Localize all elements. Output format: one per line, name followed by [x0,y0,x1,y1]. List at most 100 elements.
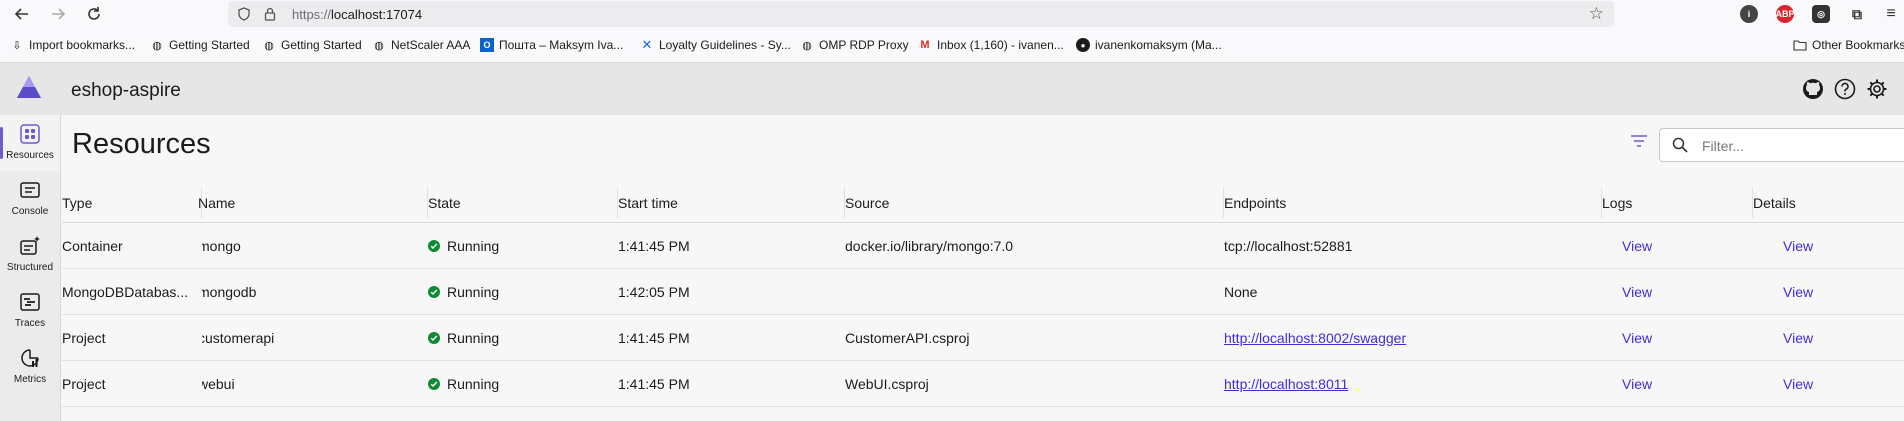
cell-name: customerapi [202,314,428,361]
cell-details: View [1753,360,1904,407]
cell-logs: View [1602,222,1753,269]
column-header-label: Name [198,195,236,211]
adblock-extension-icon[interactable]: ABP [1775,5,1795,23]
nav-label: Traces [14,318,46,329]
source-value: CustomerAPI.csproj [845,329,970,346]
cell-start-time: 1:41:45 PM [618,222,845,269]
table-row[interactable]: Container mongo Running 1:41:45 PM docker.io… [62,222,1904,269]
globe-icon: ◍ [264,39,274,52]
view-details-link[interactable]: View [1783,284,1813,300]
bookmark-label: ivanenkomaksym (Ma... [1095,38,1222,52]
cell-endpoints: http://localhost:8011 [1224,360,1602,407]
nav-item-metrics[interactable]: Metrics [0,339,60,395]
running-check-icon [428,285,440,298]
aspire-logo-icon[interactable] [16,75,42,104]
app-header: eshop-aspire [0,63,1904,115]
endpoint-link[interactable]: http://localhost:8011 [1224,376,1348,392]
view-details-link[interactable]: View [1783,330,1813,346]
bookmark-item[interactable]: ⇩ Import bookmarks... [10,38,135,52]
menu-icon[interactable]: ≡ [1882,5,1900,23]
cell-endpoints: http://localhost:8002/swagger [1224,314,1602,361]
column-header-details[interactable]: Details [1753,184,1904,223]
url-host: localhost:17074 [331,7,423,22]
view-logs-link[interactable]: View [1622,376,1652,392]
reload-icon[interactable] [84,4,104,24]
column-header-label: Source [845,195,890,211]
extensions-icon[interactable]: ⧉ [1848,5,1866,23]
cell-source: docker.io/library/mongo:7.0 [845,222,1224,269]
cell-type: Project [62,360,202,407]
cell-logs: View [1602,268,1753,315]
table-header-row: Type Name State Start time Source Endpoi… [62,184,1904,223]
nav-item-structured[interactable]: Structured [0,227,60,283]
start-time: 1:41:45 PM [618,329,690,346]
resource-type: Container [62,237,123,254]
search-icon [1672,137,1688,158]
column-header-logs[interactable]: Logs [1602,184,1753,223]
column-header-type[interactable]: Type [62,184,202,223]
bookmark-label: Getting Started [281,38,362,52]
table-row[interactable]: Project webui Running 1:41:45 PM WebUI.cspro… [62,360,1904,407]
cell-details: View [1753,222,1904,269]
adblock-label: ABP [1775,9,1795,19]
bookmark-label: Getting Started [169,38,250,52]
bookmark-item[interactable]: ◍ OMP RDP Proxy [800,38,908,52]
confluence-icon: ✕ [641,37,653,52]
cell-type: Project [62,314,202,361]
bookmark-item[interactable]: ◍ Getting Started [150,38,250,52]
column-header-endpoints[interactable]: Endpoints [1224,184,1602,223]
column-header-state[interactable]: State [428,184,618,223]
filter-input[interactable] [1700,135,1904,157]
address-bar[interactable]: https://localhost:17074 ☆ [228,1,1614,27]
view-logs-link[interactable]: View [1622,284,1652,300]
bookmark-item[interactable]: M Inbox (1,160) - ivanen... [918,38,1063,52]
bookmark-item[interactable]: ◍ NetScaler AAA [372,38,470,52]
table-row[interactable]: Project customerapi Running 1:41:45 PM Custo… [62,314,1904,361]
github-icon[interactable] [1802,78,1824,100]
shield-icon[interactable] [236,6,252,22]
cell-source: CustomerAPI.csproj [845,314,1224,361]
nav-item-resources[interactable]: Resources [0,115,60,171]
info-extension-icon[interactable]: i [1740,5,1758,23]
bookmark-item[interactable]: O Пошта – Maksym Iva... [480,38,623,52]
other-bookmarks[interactable]: Other Bookmarks [1793,38,1904,52]
filter-icon[interactable] [1630,134,1648,153]
bookmark-item[interactable]: ● ivanenkomaksym (Ma... [1076,38,1222,52]
bookmarks-bar: ⇩ Import bookmarks... ◍ Getting Started ◍ G… [0,28,1904,63]
view-details-link[interactable]: View [1783,238,1813,254]
column-header-source[interactable]: Source [845,184,1224,223]
view-logs-link[interactable]: View [1622,330,1652,346]
console-icon [19,179,41,201]
view-details-link[interactable]: View [1783,376,1813,392]
column-header-label: State [428,195,461,211]
cell-details: View [1753,314,1904,361]
url-scheme: https:// [292,7,332,22]
view-logs-link[interactable]: View [1622,238,1652,254]
cell-start-time: 1:41:45 PM [618,360,845,407]
bookmark-star-icon[interactable]: ☆ [1589,4,1604,24]
cell-name: mongo [202,222,428,269]
state-badge: Running [428,330,618,346]
cell-source [845,268,1224,315]
screenshot-extension-icon[interactable]: ◎ [1812,5,1830,23]
column-header-name[interactable]: Name [198,184,428,223]
bookmark-item[interactable]: ◍ Getting Started [262,38,362,52]
back-icon[interactable] [12,4,32,24]
structured-logs-icon [19,235,41,257]
endpoint-link[interactable]: http://localhost:8002/swagger [1224,330,1406,346]
help-icon[interactable] [1834,78,1856,100]
url-text[interactable]: https://localhost:17074 [292,7,422,22]
nav-item-traces[interactable]: Traces [0,283,60,339]
settings-gear-icon[interactable] [1866,78,1888,100]
cell-details: View [1753,268,1904,315]
column-header-start-time[interactable]: Start time [618,184,845,223]
other-bookmarks-label: Other Bookmarks [1812,38,1904,52]
filter-field[interactable] [1659,128,1904,162]
cell-source: WebUI.csproj [845,360,1224,407]
bookmark-item[interactable]: ✕ Loyalty Guidelines - Sy... [640,37,791,52]
forward-icon[interactable] [48,4,68,24]
globe-icon: ◍ [374,39,384,52]
lock-icon[interactable] [262,6,278,22]
table-row[interactable]: MongoDBDatabas... mongodb Running 1:42:05 P… [62,268,1904,315]
state-label: Running [447,329,500,346]
